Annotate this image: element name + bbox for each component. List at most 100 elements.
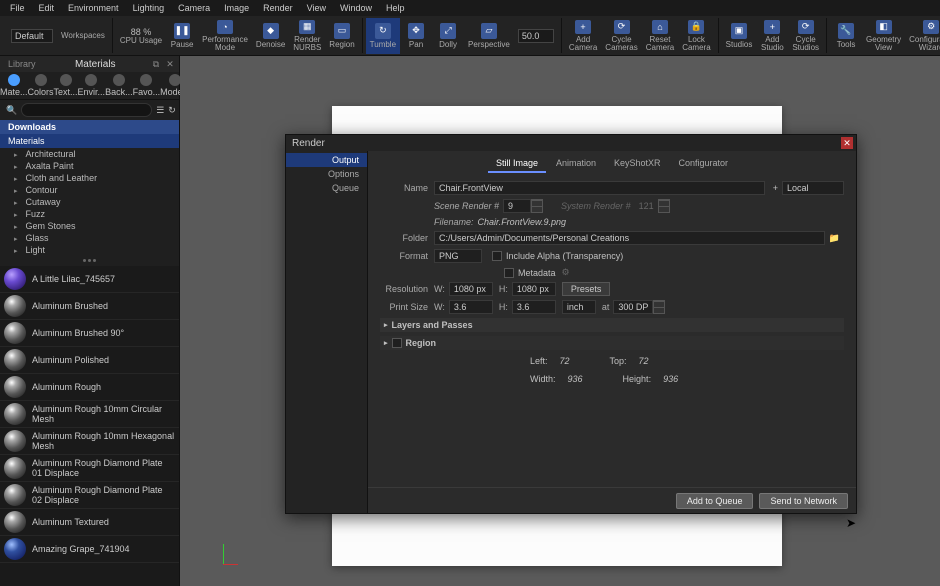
sidebar-item-output[interactable]: Output [286, 153, 367, 167]
name-input[interactable] [434, 181, 765, 195]
perspective-button[interactable]: ▱Perspective [464, 18, 514, 54]
tree-item[interactable]: Fuzz [0, 208, 179, 220]
tab-keyshotxr[interactable]: KeyShotXR [606, 155, 669, 173]
menu-file[interactable]: File [4, 1, 31, 15]
reset-camera-button[interactable]: ⌂Reset Camera [642, 18, 678, 54]
menu-view[interactable]: View [301, 1, 332, 15]
material-item[interactable]: A Little Lilac_745657 [0, 266, 179, 293]
material-tree[interactable]: Downloads Materials ArchitecturalAxalta … [0, 120, 179, 255]
cpu-usage[interactable]: 88 %CPU Usage [116, 18, 166, 54]
pause-button[interactable]: ❚❚Pause [166, 18, 198, 54]
configurator-wizard-button[interactable]: ⚙Configurator Wizard [905, 18, 940, 54]
presets-button[interactable]: Presets [562, 282, 611, 296]
add-studio-button[interactable]: +Add Studio [756, 18, 788, 54]
search-input[interactable] [21, 103, 152, 117]
menu-help[interactable]: Help [380, 1, 411, 15]
tools-button[interactable]: 🔧Tools [830, 18, 862, 54]
tree-materials[interactable]: Materials [0, 134, 179, 148]
denoise-button[interactable]: ◆Denoise [252, 18, 289, 54]
subtab-2[interactable]: Text... [54, 72, 78, 99]
menu-edit[interactable]: Edit [33, 1, 61, 15]
material-item[interactable]: Aluminum Textured [0, 509, 179, 536]
material-item[interactable]: Aluminum Brushed [0, 293, 179, 320]
axis-gizmo[interactable] [210, 544, 238, 572]
res-height-input[interactable] [512, 282, 556, 296]
subtab-5[interactable]: Favo... [133, 72, 161, 99]
filter-icon[interactable]: ☰ [156, 105, 164, 116]
material-item[interactable]: Aluminum Brushed 90° [0, 320, 179, 347]
close-icon[interactable]: ✕ [841, 137, 853, 149]
tree-item[interactable]: Axalta Paint [0, 160, 179, 172]
format-select[interactable] [434, 249, 482, 263]
dolly-button[interactable]: ⤢Dolly [432, 18, 464, 54]
region-section[interactable]: Region [380, 336, 844, 350]
cycle-cameras-button[interactable]: ⟳Cycle Cameras [601, 18, 641, 54]
print-width-input[interactable] [449, 300, 493, 314]
lock-camera-button[interactable]: 🔒Lock Camera [678, 18, 714, 54]
refresh-icon[interactable]: ↻ [168, 105, 176, 116]
workspaces-button[interactable]: Workspaces [57, 18, 109, 54]
plus-icon[interactable]: + [769, 183, 782, 193]
close-panel-icon[interactable]: ✕ [165, 59, 175, 70]
spinner[interactable] [653, 300, 665, 314]
region-button[interactable]: ▭Region [325, 18, 358, 54]
menu-window[interactable]: Window [334, 1, 378, 15]
menu-render[interactable]: Render [257, 1, 299, 15]
unit-select[interactable] [562, 300, 596, 314]
tree-item[interactable]: Glass [0, 232, 179, 244]
tab-still-image[interactable]: Still Image [488, 155, 546, 173]
tree-item[interactable]: Gem Stones [0, 220, 179, 232]
browse-folder-icon[interactable]: 📁 [825, 233, 844, 244]
layers-section[interactable]: Layers and Passes [380, 318, 844, 332]
menu-image[interactable]: Image [218, 1, 255, 15]
dpi-input[interactable] [613, 300, 653, 314]
tree-item[interactable]: Light [0, 244, 179, 255]
folder-input[interactable] [434, 231, 825, 245]
cycle-studios-button[interactable]: ⟳Cycle Studios [788, 18, 823, 54]
preset-dropdown[interactable] [7, 18, 57, 54]
material-item[interactable]: Aluminum Rough [0, 374, 179, 401]
focal-length[interactable] [514, 18, 558, 54]
material-list[interactable]: A Little Lilac_745657Aluminum BrushedAlu… [0, 266, 179, 586]
menu-environment[interactable]: Environment [62, 1, 125, 15]
region-checkbox[interactable] [392, 338, 402, 348]
material-item[interactable]: Aluminum Rough 10mm Circular Mesh [0, 401, 179, 428]
material-item[interactable]: Aluminum Rough 10mm Hexagonal Mesh [0, 428, 179, 455]
tree-downloads[interactable]: Downloads [0, 120, 179, 134]
pan-button[interactable]: ✥Pan [400, 18, 432, 54]
studios-button[interactable]: ▣Studios [722, 18, 757, 54]
material-item[interactable]: Amazing Grape_741904 [0, 536, 179, 563]
subtab-0[interactable]: Mate... [0, 72, 28, 99]
material-item[interactable]: Aluminum Rough Diamond Plate 01 Displace [0, 455, 179, 482]
sidebar-item-options[interactable]: Options [286, 167, 367, 181]
spinner[interactable] [658, 199, 670, 213]
tree-item[interactable]: Contour [0, 184, 179, 196]
render-nurbs-button[interactable]: ▦Render NURBS [289, 18, 325, 54]
name-tag-input[interactable] [782, 181, 844, 195]
menu-camera[interactable]: Camera [172, 1, 216, 15]
subtab-3[interactable]: Envir... [78, 72, 106, 99]
geometry-view-button[interactable]: ◧Geometry View [862, 18, 905, 54]
tree-item[interactable]: Architectural [0, 148, 179, 160]
menu-lighting[interactable]: Lighting [127, 1, 171, 15]
tumble-button[interactable]: ↻Tumble [366, 18, 400, 54]
send-to-network-button[interactable]: Send to Network [759, 493, 848, 509]
tab-animation[interactable]: Animation [548, 155, 604, 173]
library-tab[interactable]: Library [4, 59, 40, 69]
tab-configurator[interactable]: Configurator [671, 155, 737, 173]
metadata-checkbox[interactable] [504, 268, 514, 278]
material-item[interactable]: Aluminum Polished [0, 347, 179, 374]
add-camera-button[interactable]: +Add Camera [565, 18, 601, 54]
subtab-1[interactable]: Colors [28, 72, 54, 99]
undock-icon[interactable]: ⧉ [151, 59, 161, 70]
res-width-input[interactable] [449, 282, 493, 296]
subtab-4[interactable]: Back... [105, 72, 133, 99]
alpha-checkbox[interactable] [492, 251, 502, 261]
tree-item[interactable]: Cloth and Leather [0, 172, 179, 184]
tree-item[interactable]: Cutaway [0, 196, 179, 208]
performance-mode-button[interactable]: ◔Performance Mode [198, 18, 252, 54]
material-item[interactable]: Aluminum Rough Diamond Plate 02 Displace [0, 482, 179, 509]
print-height-input[interactable] [512, 300, 556, 314]
add-to-queue-button[interactable]: Add to Queue [676, 493, 754, 509]
spinner[interactable] [531, 199, 543, 213]
